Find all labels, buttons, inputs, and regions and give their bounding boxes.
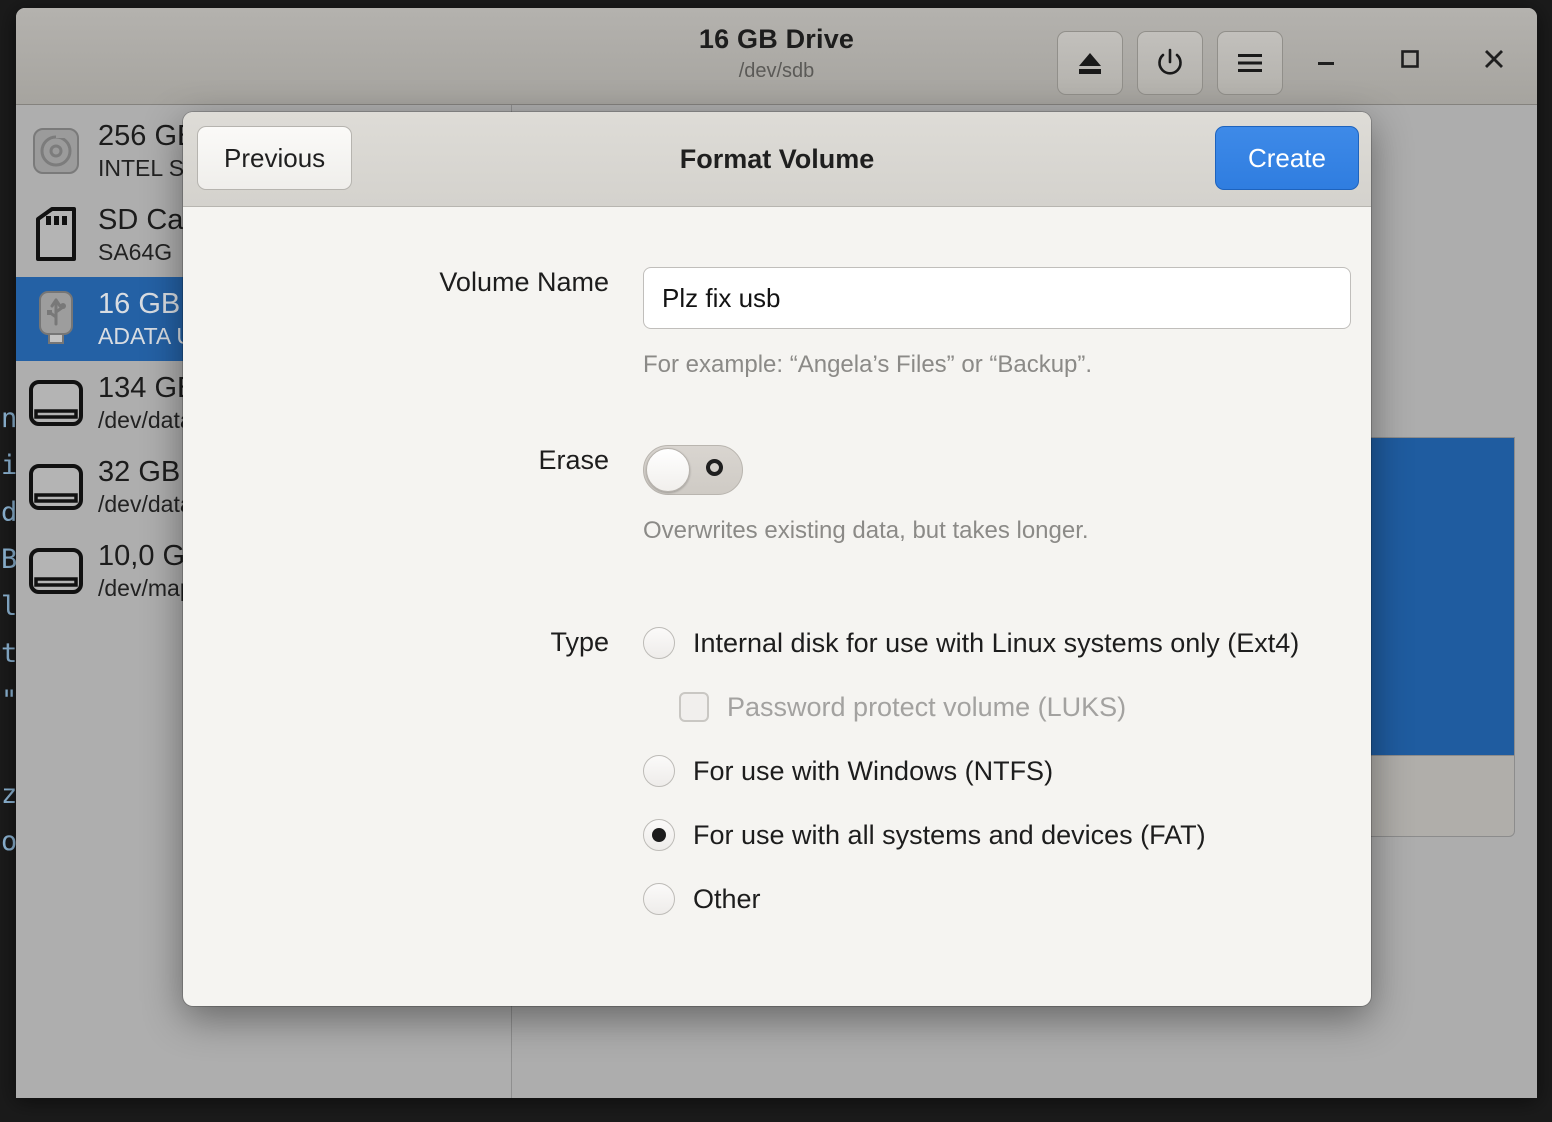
type-row: Type Internal disk for use with Linux sy…	[183, 611, 1371, 931]
sidebar-item-subtitle: SA64G	[98, 239, 173, 265]
toggle-off-icon	[706, 459, 723, 476]
usb-drive-icon	[28, 289, 84, 349]
radio-ntfs-icon	[643, 755, 675, 787]
ssd-disc-icon	[28, 121, 84, 181]
type-option-label: Other	[693, 883, 761, 914]
sidebar-item-subtitle: /dev/data	[98, 407, 193, 433]
dialog-body: Volume Name For example: “Angela’s Files…	[183, 207, 1371, 931]
radio-fat-icon	[643, 819, 675, 851]
screen: n i d B l t " z o 16 GB Drive /dev/sdb 2…	[0, 0, 1552, 1122]
type-options-group: Internal disk for use with Linux systems…	[643, 611, 1371, 931]
dialog-header: Previous Format Volume Create	[183, 112, 1371, 207]
close-button[interactable]	[1471, 36, 1517, 82]
previous-button[interactable]: Previous	[197, 126, 353, 190]
toggle-knob	[646, 448, 690, 492]
maximize-button[interactable]	[1387, 36, 1433, 82]
volume-name-input[interactable]	[643, 267, 1351, 329]
sidebar-item-title: 134 GB	[98, 372, 197, 404]
eject-icon	[1079, 53, 1101, 74]
type-option-other[interactable]: Other	[643, 867, 1371, 931]
sd-card-icon	[28, 205, 84, 265]
titlebar: 16 GB Drive /dev/sdb	[16, 8, 1537, 105]
sidebar-item-subtitle: /dev/map	[98, 575, 193, 601]
close-icon	[1485, 50, 1503, 68]
volume-name-row: Volume Name For example: “Angela’s Files…	[183, 267, 1371, 379]
type-option-label: Internal disk for use with Linux systems…	[693, 627, 1300, 658]
erase-row: Erase Overwrites existing data, but take…	[183, 445, 1371, 545]
hard-disk-icon	[28, 541, 84, 601]
minimize-button[interactable]	[1303, 36, 1349, 82]
eject-button[interactable]	[1057, 31, 1123, 95]
dialog-title: Format Volume	[679, 143, 875, 174]
sidebar-item-subtitle: /dev/data	[98, 491, 193, 517]
sidebar-item-text: 134 GB /dev/data	[98, 371, 196, 435]
volume-name-field-group: For example: “Angela’s Files” or “Backup…	[643, 267, 1371, 379]
type-option-fat[interactable]: For use with all systems and devices (FA…	[643, 803, 1371, 867]
format-volume-dialog: Previous Format Volume Create Volume Nam…	[183, 112, 1371, 1006]
radio-other-icon	[643, 883, 675, 915]
volume-name-hint: For example: “Angela’s Files” or “Backup…	[643, 351, 1093, 378]
luks-checkbox-row: Password protect volume (LUKS)	[643, 675, 1371, 739]
erase-toggle[interactable]	[643, 445, 743, 495]
erase-field-group: Overwrites existing data, but takes long…	[643, 445, 1371, 545]
partition-bar-selected[interactable]	[1362, 437, 1515, 755]
power-icon	[1158, 48, 1182, 75]
window-controls	[1303, 36, 1517, 82]
type-option-ntfs[interactable]: For use with Windows (NTFS)	[643, 739, 1371, 803]
create-button[interactable]: Create	[1214, 126, 1359, 190]
sidebar-item-title: 256 GB	[98, 120, 197, 152]
hamburger-menu-icon	[1238, 54, 1262, 72]
type-option-label: For use with Windows (NTFS)	[693, 755, 1054, 786]
minimize-icon	[1318, 62, 1334, 65]
checkbox-luks-icon	[679, 692, 709, 722]
type-option-ext4[interactable]: Internal disk for use with Linux systems…	[643, 611, 1371, 675]
type-option-label: For use with all systems and devices (FA…	[693, 819, 1206, 850]
menu-button[interactable]	[1217, 31, 1283, 95]
maximize-icon	[1401, 50, 1419, 68]
volume-name-label: Volume Name	[439, 267, 609, 297]
partition-bar-footer	[1362, 755, 1515, 837]
power-button[interactable]	[1137, 31, 1203, 95]
hard-disk-icon	[28, 373, 84, 433]
erase-label: Erase	[538, 445, 609, 475]
header-action-buttons	[1057, 31, 1283, 95]
luks-label: Password protect volume (LUKS)	[727, 691, 1127, 722]
radio-ext4-icon	[643, 627, 675, 659]
erase-hint: Overwrites existing data, but takes long…	[643, 517, 1089, 544]
type-label: Type	[550, 627, 609, 657]
hard-disk-icon	[28, 457, 84, 517]
